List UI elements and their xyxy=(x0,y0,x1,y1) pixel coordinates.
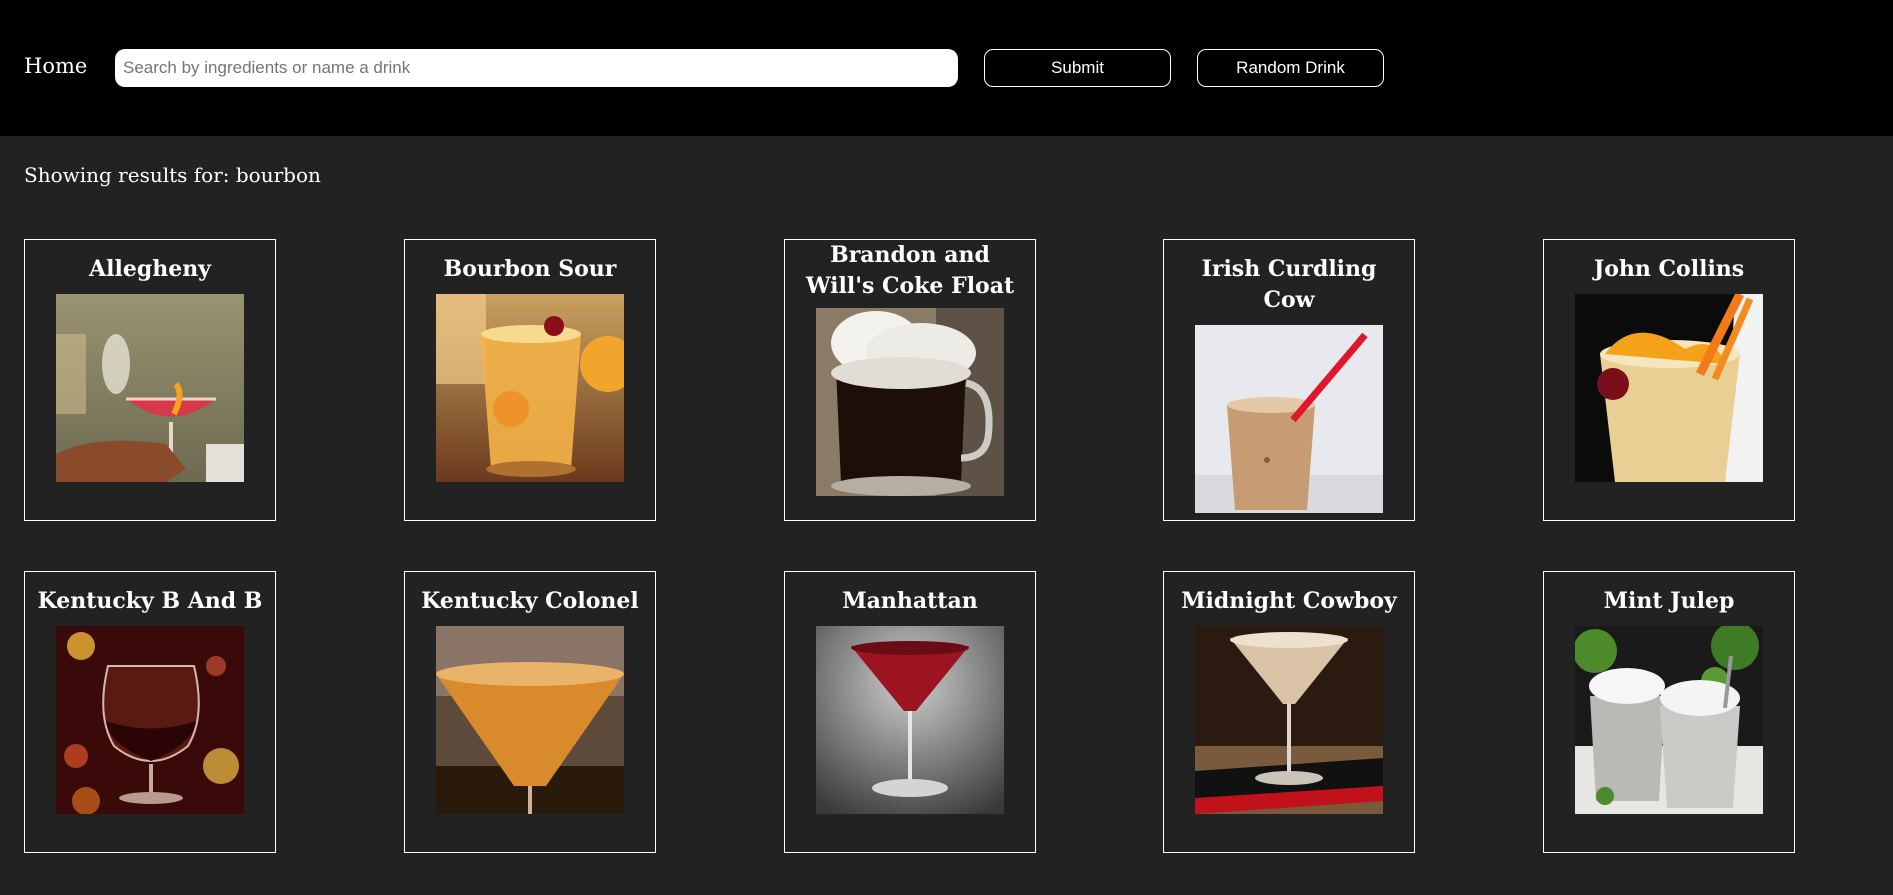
julep-cups-mint-photo xyxy=(1575,626,1763,814)
drink-name: John Collins xyxy=(1593,256,1745,282)
drink-card[interactable]: Mint Julep xyxy=(1543,571,1795,853)
drink-name: Irish Curdling Cow xyxy=(1201,256,1377,313)
drink-name: Mint Julep xyxy=(1603,588,1735,614)
drink-name: Bourbon Sour xyxy=(443,256,617,282)
drink-name: Kentucky B And B xyxy=(37,588,263,614)
drink-name: Brandon and Will's Coke Float xyxy=(805,242,1015,299)
cocktail-glass-orange-twist-photo xyxy=(56,294,244,482)
ice-cream-float-mug-photo xyxy=(816,308,1004,496)
drink-name: Manhattan xyxy=(842,588,978,614)
results-heading: Showing results for: bourbon xyxy=(24,163,321,187)
drink-card[interactable]: Manhattan xyxy=(784,571,1036,853)
collins-glass-orange-cherry-photo xyxy=(1575,294,1763,482)
top-navbar: Home Submit Random Drink xyxy=(0,0,1893,136)
drink-name: Allegheny xyxy=(89,256,211,282)
drink-card[interactable]: Irish Curdling Cow xyxy=(1163,239,1415,521)
martini-glass-red-photo xyxy=(816,626,1004,814)
random-drink-button[interactable]: Random Drink xyxy=(1197,49,1384,87)
submit-button[interactable]: Submit xyxy=(984,49,1171,87)
drink-card[interactable]: Allegheny xyxy=(24,239,276,521)
rocks-glass-cherry-photo xyxy=(436,294,624,482)
drink-card[interactable]: Kentucky Colonel xyxy=(404,571,656,853)
drink-name: Kentucky Colonel xyxy=(421,588,639,614)
home-link[interactable]: Home xyxy=(24,54,87,78)
drink-card[interactable]: Bourbon Sour xyxy=(404,239,656,521)
drink-card[interactable]: Midnight Cowboy xyxy=(1163,571,1415,853)
drink-card[interactable]: John Collins xyxy=(1543,239,1795,521)
martini-glass-cream-photo xyxy=(1195,626,1383,814)
drink-card[interactable]: Brandon and Will's Coke Float xyxy=(784,239,1036,521)
drink-card[interactable]: Kentucky B And B xyxy=(24,571,276,853)
martini-glass-amber-photo xyxy=(436,626,624,814)
drink-name: Midnight Cowboy xyxy=(1181,588,1397,614)
brandy-snifter-photo xyxy=(56,626,244,814)
milky-drink-straw-photo xyxy=(1195,325,1383,513)
search-input[interactable] xyxy=(115,49,958,87)
